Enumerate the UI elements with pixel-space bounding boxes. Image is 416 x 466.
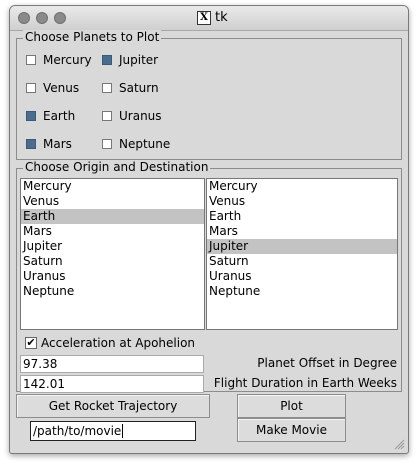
resize-grip-icon[interactable]: [393, 438, 405, 450]
list-item[interactable]: Jupiter: [21, 239, 204, 254]
planet-checkbox-earth[interactable]: Earth: [26, 109, 75, 123]
planet-checkbox-label: Saturn: [119, 81, 159, 95]
planet-checkbox-label: Mercury: [43, 53, 92, 67]
planet-offset-label: Planet Offset in Degree: [257, 356, 397, 370]
list-item[interactable]: Earth: [207, 209, 397, 224]
planet-checkbox-label: Neptune: [119, 137, 171, 151]
text-cursor: [122, 424, 124, 438]
list-item[interactable]: Saturn: [207, 254, 397, 269]
accel-checkbox[interactable]: ✔: [25, 337, 37, 349]
planet-checkbox-label: Jupiter: [119, 53, 159, 67]
flight-duration-input[interactable]: 142.01: [20, 375, 204, 393]
window-title: tk: [215, 10, 228, 25]
planet-offset-input[interactable]: 97.38: [20, 355, 204, 373]
planet-checkbox-mars[interactable]: Mars: [26, 137, 72, 151]
planet-checkbox-label: Venus: [43, 81, 80, 95]
title-bar[interactable]: X tk: [10, 6, 408, 31]
planets-group: Choose Planets to Plot Mercury Venus Earth…: [16, 30, 402, 160]
planet-checkbox-label: Earth: [43, 109, 76, 123]
get-rocket-trajectory-button[interactable]: Get Rocket Trajectory: [16, 394, 210, 418]
flight-duration-label: Flight Duration in Earth Weeks: [213, 376, 397, 390]
planet-checkbox-label: Mars: [43, 137, 72, 151]
planets-group-title: Choose Planets to Plot: [23, 30, 162, 45]
movie-path-input[interactable]: /path/to/movie: [30, 421, 196, 441]
app-window: X tk Choose Planets to Plot Mercury Venus…: [9, 5, 409, 454]
list-item[interactable]: Neptune: [207, 284, 397, 299]
list-item[interactable]: Earth: [21, 209, 204, 224]
list-item[interactable]: Neptune: [21, 284, 204, 299]
list-item[interactable]: Mercury: [21, 179, 204, 194]
accel-checkbox-row[interactable]: ✔ Acceleration at Apohelion: [25, 336, 195, 350]
planet-checkbox-mercury[interactable]: Mercury: [26, 53, 92, 67]
list-item[interactable]: Saturn: [21, 254, 204, 269]
list-item[interactable]: Mars: [207, 224, 397, 239]
list-item[interactable]: Venus: [21, 194, 204, 209]
list-item[interactable]: Venus: [207, 194, 397, 209]
planet-checkbox-venus[interactable]: Venus: [26, 81, 79, 95]
list-item[interactable]: Uranus: [21, 269, 204, 284]
make-movie-button[interactable]: Make Movie: [237, 418, 346, 442]
checkbox-indicator[interactable]: [26, 139, 36, 149]
x11-app-icon: X: [197, 11, 211, 25]
maximize-window-button[interactable]: [54, 12, 66, 24]
destination-listbox[interactable]: Mercury Venus Earth Mars Jupiter Saturn Uranus…: [206, 178, 398, 330]
checkbox-indicator[interactable]: [102, 55, 112, 65]
checkbox-indicator[interactable]: [26, 55, 36, 65]
list-item[interactable]: Jupiter: [207, 239, 397, 254]
checkbox-indicator[interactable]: [102, 83, 112, 93]
close-window-button[interactable]: [18, 12, 30, 24]
plot-button[interactable]: Plot: [237, 394, 346, 418]
checkbox-indicator[interactable]: [102, 111, 112, 121]
planet-checkbox-neptune[interactable]: Neptune: [102, 137, 170, 151]
list-item[interactable]: Uranus: [207, 269, 397, 284]
planet-checkbox-saturn[interactable]: Saturn: [102, 81, 159, 95]
planet-checkbox-label: Uranus: [119, 109, 162, 123]
route-group-title: Choose Origin and Destination: [23, 160, 211, 175]
checkbox-indicator[interactable]: [26, 83, 36, 93]
accel-label: Acceleration at Apohelion: [41, 336, 196, 350]
minimize-window-button[interactable]: [36, 12, 48, 24]
movie-path-text: /path/to/movie: [33, 424, 122, 438]
list-item[interactable]: Mercury: [207, 179, 397, 194]
planet-checkbox-jupiter[interactable]: Jupiter: [102, 53, 158, 67]
checkbox-indicator[interactable]: [102, 139, 112, 149]
checkbox-indicator[interactable]: [26, 111, 36, 121]
planet-checkbox-uranus[interactable]: Uranus: [102, 109, 162, 123]
list-item[interactable]: Mars: [21, 224, 204, 239]
origin-listbox[interactable]: Mercury Venus Earth Mars Jupiter Saturn Uranus…: [20, 178, 205, 330]
route-group: Choose Origin and Destination Mercury Ven…: [16, 160, 402, 393]
